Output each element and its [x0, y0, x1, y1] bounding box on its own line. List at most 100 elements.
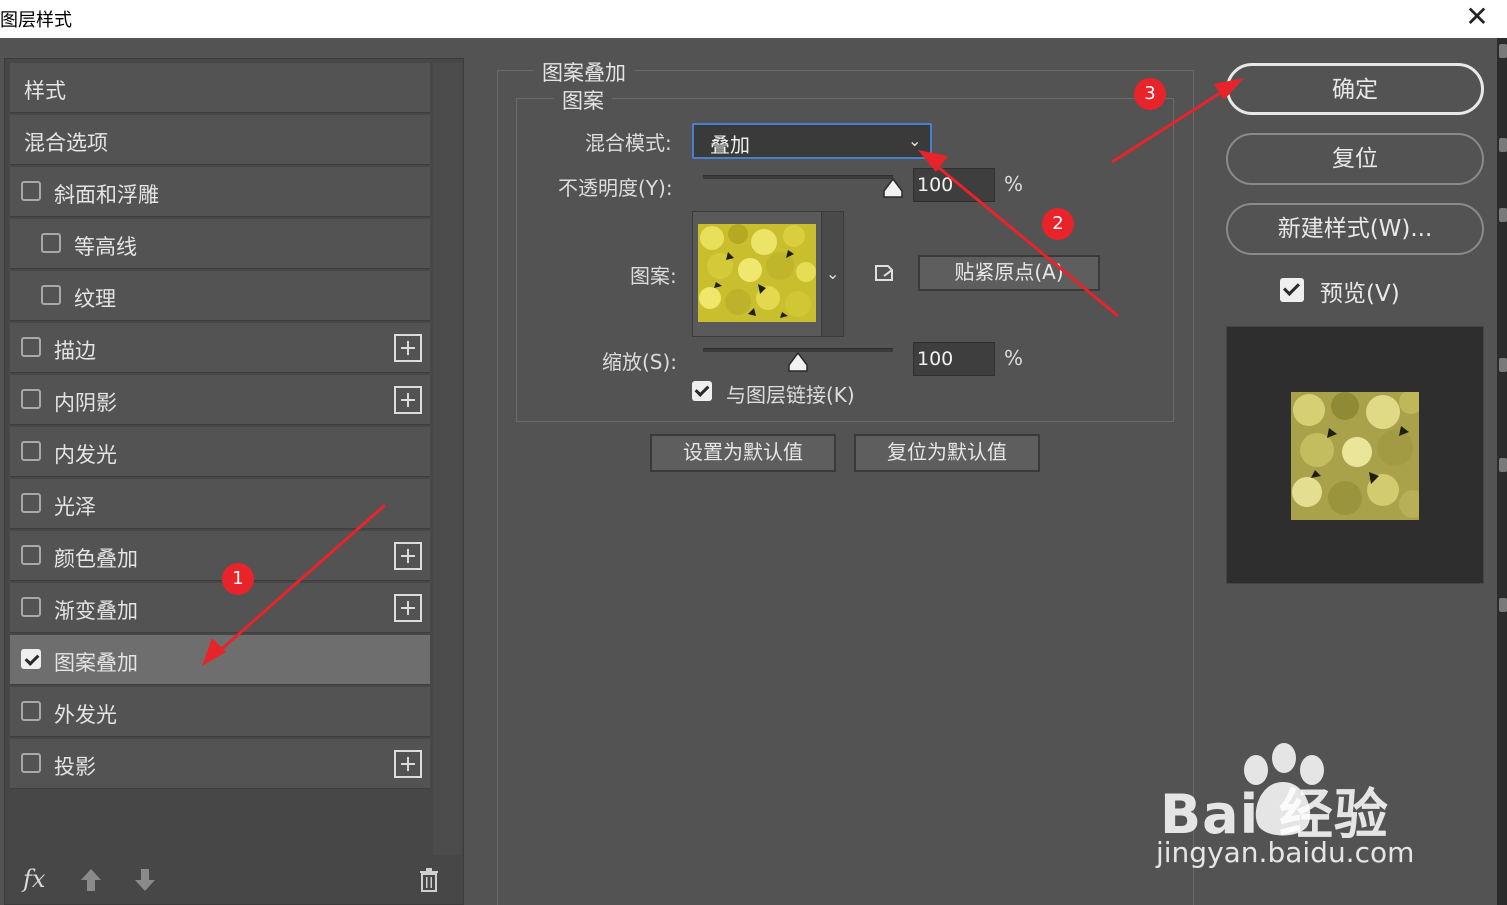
chevron-down-icon: ⌄	[908, 131, 922, 150]
drop-shadow-checkbox[interactable]	[21, 753, 41, 773]
pattern-swatch	[698, 224, 816, 322]
style-item-label: 颜色叠加	[54, 547, 138, 571]
style-item-texture[interactable]: 纹理	[10, 271, 430, 321]
style-item-label: 内发光	[54, 443, 117, 467]
annotation-badge-3: 3	[1134, 78, 1166, 110]
style-item-stroke[interactable]: 描边	[10, 323, 430, 373]
style-item-label: 外发光	[54, 703, 117, 727]
opacity-input[interactable]: 100	[913, 168, 995, 202]
add-color-overlay-icon[interactable]	[394, 542, 422, 570]
opacity-value: 100	[917, 174, 954, 196]
edge-nub	[1499, 138, 1507, 152]
edge-nub	[1499, 458, 1507, 472]
preview-checkbox[interactable]	[1280, 278, 1304, 302]
style-item-label: 内阴影	[54, 391, 117, 415]
scale-input[interactable]: 100	[913, 342, 995, 376]
arrow-up-icon[interactable]	[79, 867, 103, 893]
outer-glow-checkbox[interactable]	[21, 701, 41, 721]
inner-glow-checkbox[interactable]	[21, 441, 41, 461]
fx-icon[interactable]: fx	[23, 865, 45, 893]
style-item-label: 投影	[54, 755, 96, 779]
add-inner-shadow-icon[interactable]	[394, 386, 422, 414]
style-item-inner-glow[interactable]: 内发光	[10, 427, 430, 477]
style-item-drop-shadow[interactable]: 投影	[10, 739, 430, 789]
bevel-emboss-checkbox[interactable]	[21, 181, 41, 201]
opacity-slider[interactable]	[703, 175, 893, 179]
group-title: 图案叠加	[534, 57, 634, 87]
edge-nub	[1499, 208, 1507, 222]
style-item-inner-shadow[interactable]: 内阴影	[10, 375, 430, 425]
subgroup-title: 图案	[554, 85, 612, 115]
style-item-contour[interactable]: 等高线	[10, 219, 430, 269]
preview-swatch	[1291, 392, 1419, 520]
style-item-label: 光泽	[54, 495, 96, 519]
style-item-label: 样式	[24, 79, 66, 103]
blend-mode-select[interactable]: 叠加 ⌄	[692, 123, 932, 159]
pattern-picker[interactable]: ⌄	[692, 211, 844, 337]
styles-scrollbar[interactable]	[433, 63, 461, 855]
preview-label: 预览(V)	[1320, 281, 1400, 307]
pattern-label: 图案:	[630, 264, 677, 288]
styles-list: 样式 混合选项 斜面和浮雕 等高线 纹理 描边 内阴影 内发光 光泽 颜色叠加	[4, 58, 464, 905]
opacity-percent: %	[1004, 172, 1024, 196]
style-item-label: 图案叠加	[54, 651, 138, 675]
reset-default-button[interactable]: 复位为默认值	[854, 434, 1040, 472]
inner-shadow-checkbox[interactable]	[21, 389, 41, 409]
watermark-url: jingyan.baidu.com	[1156, 836, 1415, 869]
scale-slider-thumb[interactable]	[787, 351, 809, 373]
snap-to-origin-button[interactable]: 贴紧原点(A)	[918, 255, 1100, 291]
edge-nub	[1499, 44, 1507, 58]
blend-mode-label: 混合模式:	[585, 131, 672, 155]
contour-checkbox[interactable]	[41, 233, 61, 253]
stroke-checkbox[interactable]	[21, 337, 41, 357]
style-item-label: 混合选项	[24, 131, 108, 155]
style-item-blending-options[interactable]: 混合选项	[10, 115, 430, 165]
reset-button[interactable]: 复位	[1226, 133, 1484, 185]
link-with-layer-checkbox[interactable]	[692, 381, 712, 401]
close-icon[interactable]: ✕	[1462, 2, 1492, 32]
edge-nub	[1499, 358, 1507, 372]
style-item-outer-glow[interactable]: 外发光	[10, 687, 430, 737]
style-item-bevel-emboss[interactable]: 斜面和浮雕	[10, 167, 430, 217]
texture-checkbox[interactable]	[41, 285, 61, 305]
satin-checkbox[interactable]	[21, 493, 41, 513]
scale-value: 100	[917, 348, 954, 370]
pattern-overlay-checkbox[interactable]	[21, 649, 41, 669]
scale-label: 缩放(S):	[602, 350, 678, 374]
scale-percent: %	[1004, 346, 1024, 370]
style-item-label: 等高线	[74, 235, 137, 259]
annotation-badge-2: 2	[1042, 208, 1074, 240]
new-preset-icon[interactable]	[872, 260, 896, 284]
style-item-pattern-overlay[interactable]: 图案叠加	[10, 635, 430, 685]
style-item-gradient-overlay[interactable]: 渐变叠加	[10, 583, 430, 633]
set-default-button[interactable]: 设置为默认值	[650, 434, 836, 472]
title-bar: 图层样式 ✕	[0, 0, 1507, 38]
edge-nub	[1499, 598, 1507, 612]
style-item-label: 斜面和浮雕	[54, 183, 159, 207]
add-drop-shadow-icon[interactable]	[394, 750, 422, 778]
trash-icon[interactable]	[417, 867, 441, 893]
style-item-styles[interactable]: 样式	[10, 63, 430, 113]
add-gradient-overlay-icon[interactable]	[394, 594, 422, 622]
style-item-label: 渐变叠加	[54, 599, 138, 623]
preview-area	[1226, 326, 1484, 584]
style-item-label: 纹理	[74, 287, 116, 311]
chevron-down-icon: ⌄	[826, 264, 840, 283]
gradient-overlay-checkbox[interactable]	[21, 597, 41, 617]
style-item-color-overlay[interactable]: 颜色叠加	[10, 531, 430, 581]
link-with-layer-label: 与图层链接(K)	[726, 383, 855, 407]
opacity-label: 不透明度(Y):	[558, 176, 673, 200]
style-item-satin[interactable]: 光泽	[10, 479, 430, 529]
new-style-button[interactable]: 新建样式(W)...	[1226, 203, 1484, 255]
blend-mode-value: 叠加	[710, 133, 750, 157]
styles-footer: fx	[5, 855, 457, 903]
add-stroke-icon[interactable]	[394, 334, 422, 362]
style-item-label: 描边	[54, 339, 96, 363]
color-overlay-checkbox[interactable]	[21, 545, 41, 565]
ok-button[interactable]: 确定	[1226, 63, 1484, 115]
pattern-dropdown[interactable]: ⌄	[821, 212, 843, 336]
arrow-down-icon[interactable]	[133, 867, 157, 893]
right-edge-strip	[1497, 38, 1507, 905]
annotation-badge-1: 1	[222, 563, 254, 595]
opacity-slider-thumb[interactable]	[882, 177, 904, 199]
